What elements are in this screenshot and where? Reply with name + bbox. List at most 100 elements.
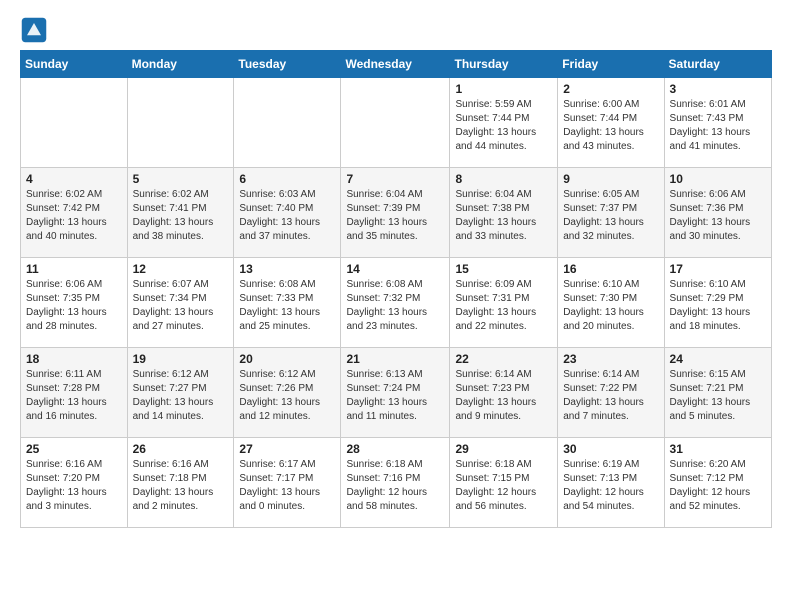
day-info: Sunrise: 6:01 AM Sunset: 7:43 PM Dayligh…: [670, 98, 766, 154]
day-number: 1: [455, 82, 552, 96]
day-info: Sunrise: 6:05 AM Sunset: 7:37 PM Dayligh…: [563, 188, 658, 244]
calendar-week-row: 4Sunrise: 6:02 AM Sunset: 7:42 PM Daylig…: [21, 168, 772, 258]
calendar-cell: [21, 78, 128, 168]
day-number: 27: [239, 442, 335, 456]
calendar-cell: [127, 78, 234, 168]
day-number: 8: [455, 172, 552, 186]
calendar-cell: 17 Sunrise: 6:10 AM Sunset: 7:29 PM Dayli…: [664, 258, 771, 348]
calendar-week-row: 18 Sunrise: 6:11 AM Sunset: 7:28 PM Dayli…: [21, 348, 772, 438]
day-info: Sunrise: 6:10 AM Sunset: 7:29 PM Dayligh…: [670, 278, 766, 334]
day-header: Wednesday: [341, 51, 450, 78]
day-header: Saturday: [664, 51, 771, 78]
calendar-week-row: 1 Sunrise: 5:59 AM Sunset: 7:44 PM Daylig…: [21, 78, 772, 168]
day-info: Sunrise: 5:59 AM Sunset: 7:44 PM Dayligh…: [455, 98, 552, 154]
calendar-cell: 12 Sunrise: 6:07 AM Sunset: 7:34 PM Dayli…: [127, 258, 234, 348]
day-header: Sunday: [21, 51, 128, 78]
logo-icon: [20, 16, 48, 44]
logo: [20, 16, 52, 44]
calendar-table: SundayMondayTuesdayWednesdayThursdayFrid…: [20, 50, 772, 528]
calendar-cell: [341, 78, 450, 168]
day-number: 31: [670, 442, 766, 456]
calendar-header-row: SundayMondayTuesdayWednesdayThursdayFrid…: [21, 51, 772, 78]
day-header: Thursday: [450, 51, 558, 78]
day-number: 11: [26, 262, 122, 276]
calendar-cell: 18 Sunrise: 6:11 AM Sunset: 7:28 PM Dayli…: [21, 348, 128, 438]
day-info: Sunrise: 6:10 AM Sunset: 7:30 PM Dayligh…: [563, 278, 658, 334]
calendar-body: 1 Sunrise: 5:59 AM Sunset: 7:44 PM Daylig…: [21, 78, 772, 528]
day-number: 21: [346, 352, 444, 366]
calendar-cell: 2 Sunrise: 6:00 AM Sunset: 7:44 PM Daylig…: [558, 78, 664, 168]
day-number: 13: [239, 262, 335, 276]
day-number: 24: [670, 352, 766, 366]
calendar-cell: 13 Sunrise: 6:08 AM Sunset: 7:33 PM Dayli…: [234, 258, 341, 348]
day-number: 5: [133, 172, 229, 186]
day-number: 9: [563, 172, 658, 186]
calendar-cell: 11 Sunrise: 6:06 AM Sunset: 7:35 PM Dayli…: [21, 258, 128, 348]
day-number: 4: [26, 172, 122, 186]
calendar-cell: 23Sunrise: 6:14 AM Sunset: 7:22 PM Dayli…: [558, 348, 664, 438]
day-info: Sunrise: 6:04 AM Sunset: 7:38 PM Dayligh…: [455, 188, 552, 244]
calendar-cell: 15 Sunrise: 6:09 AM Sunset: 7:31 PM Dayli…: [450, 258, 558, 348]
day-info: Sunrise: 6:11 AM Sunset: 7:28 PM Dayligh…: [26, 368, 122, 424]
calendar-cell: 21 Sunrise: 6:13 AM Sunset: 7:24 PM Dayli…: [341, 348, 450, 438]
day-number: 26: [133, 442, 229, 456]
day-number: 23: [563, 352, 658, 366]
calendar-cell: 24 Sunrise: 6:15 AM Sunset: 7:21 PM Dayli…: [664, 348, 771, 438]
day-info: Sunrise: 6:06 AM Sunset: 7:35 PM Dayligh…: [26, 278, 122, 334]
day-info: Sunrise: 6:20 AM Sunset: 7:12 PM Dayligh…: [670, 458, 766, 514]
calendar-cell: 16 Sunrise: 6:10 AM Sunset: 7:30 PM Dayli…: [558, 258, 664, 348]
day-number: 6: [239, 172, 335, 186]
day-info: Sunrise: 6:08 AM Sunset: 7:33 PM Dayligh…: [239, 278, 335, 334]
day-info: Sunrise: 6:03 AM Sunset: 7:40 PM Dayligh…: [239, 188, 335, 244]
day-number: 28: [346, 442, 444, 456]
calendar-cell: 25Sunrise: 6:16 AM Sunset: 7:20 PM Dayli…: [21, 438, 128, 528]
calendar-cell: 4Sunrise: 6:02 AM Sunset: 7:42 PM Daylig…: [21, 168, 128, 258]
calendar-cell: 19 Sunrise: 6:12 AM Sunset: 7:27 PM Dayli…: [127, 348, 234, 438]
calendar-cell: 30Sunrise: 6:19 AM Sunset: 7:13 PM Dayli…: [558, 438, 664, 528]
day-number: 29: [455, 442, 552, 456]
day-number: 12: [133, 262, 229, 276]
day-header: Friday: [558, 51, 664, 78]
day-info: Sunrise: 6:14 AM Sunset: 7:23 PM Dayligh…: [455, 368, 552, 424]
day-info: Sunrise: 6:02 AM Sunset: 7:41 PM Dayligh…: [133, 188, 229, 244]
day-info: Sunrise: 6:16 AM Sunset: 7:20 PM Dayligh…: [26, 458, 122, 514]
calendar-cell: 8 Sunrise: 6:04 AM Sunset: 7:38 PM Daylig…: [450, 168, 558, 258]
day-info: Sunrise: 6:07 AM Sunset: 7:34 PM Dayligh…: [133, 278, 229, 334]
calendar-cell: 3 Sunrise: 6:01 AM Sunset: 7:43 PM Daylig…: [664, 78, 771, 168]
calendar-cell: 22 Sunrise: 6:14 AM Sunset: 7:23 PM Dayli…: [450, 348, 558, 438]
day-info: Sunrise: 6:12 AM Sunset: 7:27 PM Dayligh…: [133, 368, 229, 424]
day-number: 16: [563, 262, 658, 276]
calendar-cell: 6 Sunrise: 6:03 AM Sunset: 7:40 PM Daylig…: [234, 168, 341, 258]
day-number: 19: [133, 352, 229, 366]
day-number: 3: [670, 82, 766, 96]
calendar-week-row: 11 Sunrise: 6:06 AM Sunset: 7:35 PM Dayli…: [21, 258, 772, 348]
day-number: 30: [563, 442, 658, 456]
calendar-cell: 20Sunrise: 6:12 AM Sunset: 7:26 PM Dayli…: [234, 348, 341, 438]
day-number: 22: [455, 352, 552, 366]
day-info: Sunrise: 6:17 AM Sunset: 7:17 PM Dayligh…: [239, 458, 335, 514]
calendar-cell: 14 Sunrise: 6:08 AM Sunset: 7:32 PM Dayli…: [341, 258, 450, 348]
day-number: 18: [26, 352, 122, 366]
day-info: Sunrise: 6:09 AM Sunset: 7:31 PM Dayligh…: [455, 278, 552, 334]
day-info: Sunrise: 6:13 AM Sunset: 7:24 PM Dayligh…: [346, 368, 444, 424]
day-number: 2: [563, 82, 658, 96]
day-info: Sunrise: 6:00 AM Sunset: 7:44 PM Dayligh…: [563, 98, 658, 154]
day-number: 14: [346, 262, 444, 276]
calendar-cell: 29Sunrise: 6:18 AM Sunset: 7:15 PM Dayli…: [450, 438, 558, 528]
day-info: Sunrise: 6:04 AM Sunset: 7:39 PM Dayligh…: [346, 188, 444, 244]
calendar-week-row: 25Sunrise: 6:16 AM Sunset: 7:20 PM Dayli…: [21, 438, 772, 528]
day-number: 20: [239, 352, 335, 366]
calendar-cell: 7Sunrise: 6:04 AM Sunset: 7:39 PM Daylig…: [341, 168, 450, 258]
day-header: Tuesday: [234, 51, 341, 78]
calendar-cell: 27 Sunrise: 6:17 AM Sunset: 7:17 PM Dayli…: [234, 438, 341, 528]
calendar-cell: [234, 78, 341, 168]
day-info: Sunrise: 6:15 AM Sunset: 7:21 PM Dayligh…: [670, 368, 766, 424]
day-info: Sunrise: 6:08 AM Sunset: 7:32 PM Dayligh…: [346, 278, 444, 334]
day-header: Monday: [127, 51, 234, 78]
calendar-cell: 9 Sunrise: 6:05 AM Sunset: 7:37 PM Daylig…: [558, 168, 664, 258]
day-number: 15: [455, 262, 552, 276]
calendar-cell: 1 Sunrise: 5:59 AM Sunset: 7:44 PM Daylig…: [450, 78, 558, 168]
calendar-cell: 31 Sunrise: 6:20 AM Sunset: 7:12 PM Dayli…: [664, 438, 771, 528]
calendar-cell: 10Sunrise: 6:06 AM Sunset: 7:36 PM Dayli…: [664, 168, 771, 258]
day-number: 17: [670, 262, 766, 276]
